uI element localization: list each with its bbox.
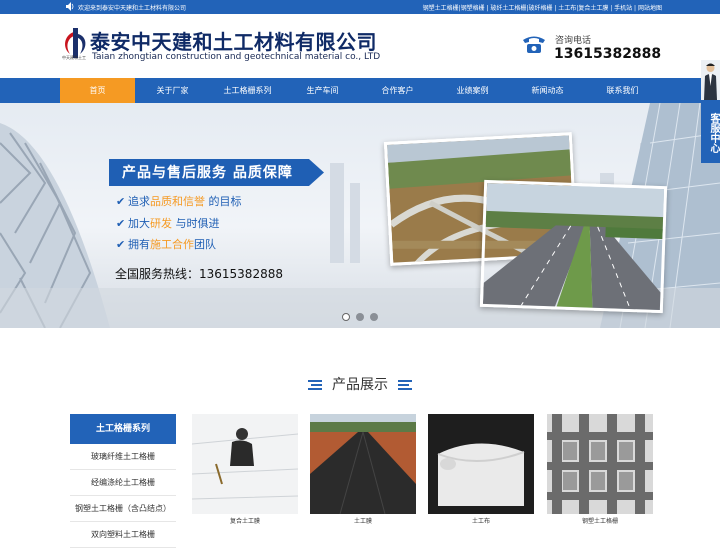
checkmark-icon: ✔ xyxy=(116,238,126,251)
checkmark-icon: ✔ xyxy=(116,217,126,230)
product-name[interactable]: 土工膜 xyxy=(310,516,416,525)
sidebar-item[interactable]: 玻璃纤维土工格栅 xyxy=(70,444,176,470)
service-tab-label[interactable]: 客服中心 xyxy=(701,100,720,163)
sidebar-item[interactable]: 钢塑土工格栅（含凸结点） xyxy=(70,496,176,522)
product-card[interactable]: 钢塑土工格栅 xyxy=(547,414,653,525)
product-category-sidebar: 土工格栅系列 玻璃纤维土工格栅 经编涤纶土工格栅 钢塑土工格栅（含凸结点） 双向… xyxy=(70,414,176,548)
nav-home[interactable]: 首页 xyxy=(60,78,135,103)
banner-hotline: 全国服务热线：13615382888 xyxy=(115,267,283,281)
nav-contact[interactable]: 联系我们 xyxy=(585,78,660,103)
product-card[interactable]: 土工布 xyxy=(428,414,534,525)
products-section-title: 产品展示 xyxy=(0,374,720,394)
welcome-text: 欢迎来到泰安中天建和土工材料有限公司 xyxy=(78,5,187,12)
nav-about[interactable]: 关于厂家 xyxy=(135,78,210,103)
title-decoration-icon xyxy=(398,380,413,390)
company-name-en: Taian zhongtian construction and geotech… xyxy=(92,52,381,62)
slider-dot-2[interactable] xyxy=(356,313,364,321)
top-bar: 欢迎来到泰安中天建和土工材料有限公司 钢塑土工格栅|钢塑格栅 | 玻纤土工格栅|… xyxy=(0,0,720,14)
slider-dot-1[interactable] xyxy=(342,313,350,321)
highway-road-photo xyxy=(479,179,668,314)
banner-bullet: ✔ 加大研发 与时俱进 xyxy=(116,217,220,230)
main-nav: 首页 关于厂家 土工格栅系列 生产车间 合作客户 业绩案例 新闻动态 联系我们 xyxy=(0,78,720,103)
product-card[interactable]: 复合土工膜 xyxy=(192,414,298,525)
banner-bullet: ✔ 追求品质和信誉 的目标 xyxy=(116,195,242,208)
product-name[interactable]: 土工布 xyxy=(428,516,534,525)
banner-bullet: ✔ 拥有施工合作团队 xyxy=(116,238,216,251)
service-agent-avatar-icon xyxy=(701,60,720,100)
nav-cases[interactable]: 业绩案例 xyxy=(435,78,510,103)
product-name[interactable]: 复合土工膜 xyxy=(192,516,298,525)
phone-number: 13615382888 xyxy=(554,46,662,62)
floating-customer-service[interactable]: 客服中心 xyxy=(701,60,720,163)
slider-dot-3[interactable] xyxy=(370,313,378,321)
logo-caption: 中天建和土工 xyxy=(62,55,86,60)
geomembrane-photo[interactable] xyxy=(192,414,298,514)
sidebar-item[interactable]: 经编涤纶土工格栅 xyxy=(70,470,176,496)
hero-banner[interactable]: 产品与售后服务 品质保障 ✔ 追求品质和信誉 的目标 ✔ 加大研发 与时俱进 ✔ 拥有… xyxy=(0,103,720,328)
product-name[interactable]: 钢塑土工格栅 xyxy=(547,516,653,525)
nav-partners[interactable]: 合作客户 xyxy=(360,78,435,103)
company-name-cn: 泰安中天建和土工材料有限公司 xyxy=(90,30,377,54)
title-decoration-icon xyxy=(307,380,322,390)
geomembrane-field-photo[interactable] xyxy=(310,414,416,514)
speaker-icon xyxy=(66,2,74,11)
steel-plastic-grid-photo[interactable] xyxy=(547,414,653,514)
product-card[interactable]: 土工膜 xyxy=(310,414,416,525)
phone-label: 咨询电话 xyxy=(555,36,592,46)
header: 中天建和土工 泰安中天建和土工材料有限公司 Taian zhongtian co… xyxy=(0,14,720,78)
sidebar-header[interactable]: 土工格栅系列 xyxy=(70,414,176,444)
sidebar-item[interactable]: 双向塑料土工格栅 xyxy=(70,522,176,548)
nav-geogrid-series[interactable]: 土工格栅系列 xyxy=(210,78,285,103)
banner-ribbon-text: 产品与售后服务 品质保障 xyxy=(122,165,293,181)
company-logo-icon[interactable] xyxy=(60,26,92,68)
top-links[interactable]: 钢塑土工格栅|钢塑格栅 | 玻纤土工格栅|玻纤格栅 | 土工布|复合土工膜 | … xyxy=(423,3,662,12)
telephone-icon xyxy=(523,36,545,53)
nav-workshop[interactable]: 生产车间 xyxy=(285,78,360,103)
checkmark-icon: ✔ xyxy=(116,195,126,208)
nav-news[interactable]: 新闻动态 xyxy=(510,78,585,103)
geotextile-roll-photo[interactable] xyxy=(428,414,534,514)
